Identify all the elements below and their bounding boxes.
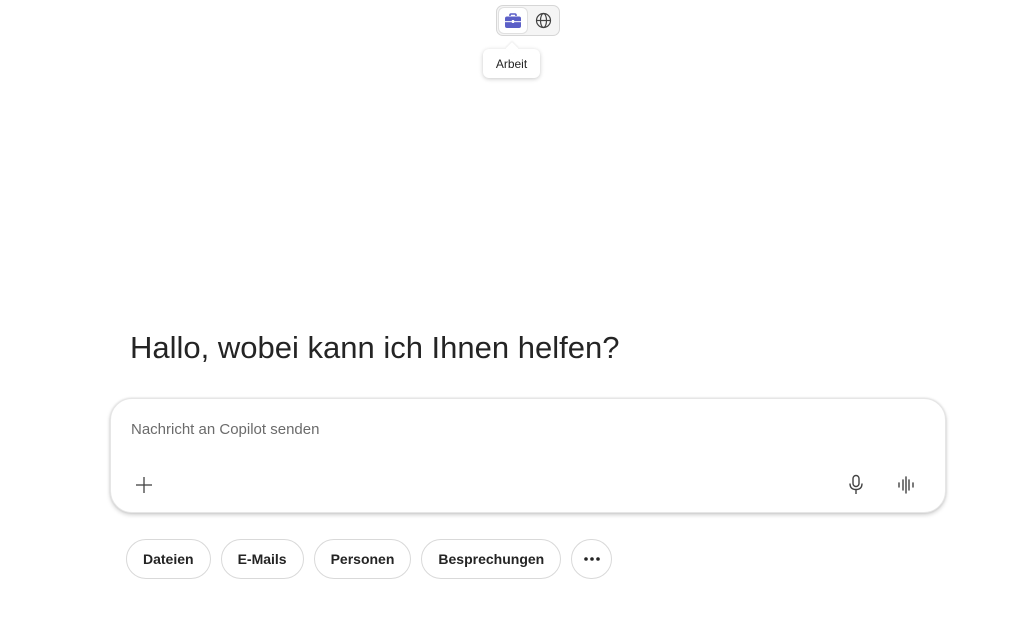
suggestion-chips: Dateien E-Mails Personen Besprechungen xyxy=(126,539,613,579)
copilot-home: Arbeit Hallo, wobei kann ich Ihnen helfe… xyxy=(0,0,1024,623)
microphone-icon xyxy=(849,474,863,494)
chip-personen[interactable]: Personen xyxy=(313,539,412,579)
add-attachment-button[interactable] xyxy=(129,470,159,500)
message-composer xyxy=(110,398,946,513)
greeting-heading: Hallo, wobei kann ich Ihnen helfen? xyxy=(130,330,620,365)
more-horizontal-icon xyxy=(583,557,600,561)
more-options-button[interactable] xyxy=(571,539,613,579)
voice-mode-button[interactable] xyxy=(891,470,921,500)
audio-waveform-icon xyxy=(898,476,914,494)
tooltip-text: Arbeit xyxy=(495,56,528,71)
globe-icon xyxy=(535,12,551,29)
plus-icon xyxy=(136,477,152,493)
mode-tooltip: Arbeit xyxy=(483,49,540,78)
work-mode-button[interactable] xyxy=(499,8,527,33)
chip-e-mails[interactable]: E-Mails xyxy=(220,539,304,579)
mode-toggle xyxy=(496,5,560,36)
message-input[interactable] xyxy=(131,415,911,443)
microphone-button[interactable] xyxy=(841,470,871,500)
chip-besprechungen[interactable]: Besprechungen xyxy=(421,539,562,579)
web-mode-button[interactable] xyxy=(529,8,557,33)
briefcase-icon xyxy=(505,12,521,28)
chip-dateien[interactable]: Dateien xyxy=(126,539,211,579)
